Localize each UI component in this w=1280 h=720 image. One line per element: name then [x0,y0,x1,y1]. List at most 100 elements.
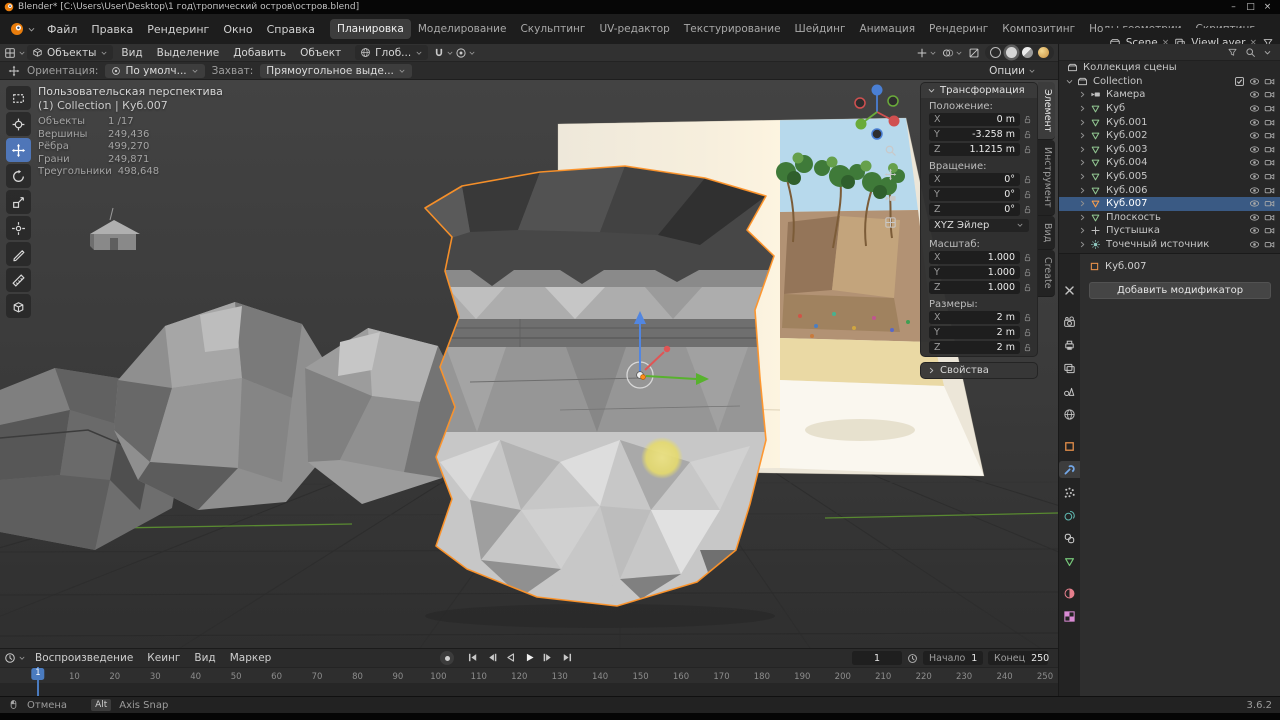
disclosure-icon[interactable] [1078,145,1087,154]
workspace-tab-3[interactable]: Скульптинг [513,19,592,39]
lock-open-icon[interactable] [1023,175,1032,184]
camera-restrict-icon[interactable] [1264,76,1275,87]
disclosure-icon[interactable] [1078,131,1087,140]
disclosure-icon[interactable] [1078,172,1087,181]
browse-scene-icon[interactable] [1109,37,1121,44]
camera-restrict-icon[interactable] [1264,185,1275,196]
menu-help[interactable]: Справка [260,20,322,39]
tool-select-box-button[interactable] [6,86,31,110]
tool-measure-button[interactable] [6,268,31,292]
outliner-collection[interactable]: Collection [1059,75,1280,89]
prev-keyframe-button[interactable] [483,650,500,665]
lock-open-icon[interactable] [1023,328,1032,337]
workspace-tab-9[interactable]: Композитинг [995,19,1082,39]
outliner-item-0[interactable]: Камера [1059,88,1280,102]
next-keyframe-button[interactable] [540,650,557,665]
tool-add-cube-button[interactable] [6,294,31,318]
frame-start-field[interactable]: Начало 1 [923,651,983,665]
viewport-menu-select[interactable]: Выделение [150,46,227,60]
properties-tab-output[interactable] [1059,337,1080,354]
timeline-menu-0[interactable]: Воспроизведение [28,651,140,665]
snap-setting-dropdown[interactable]: Прямоугольное выде... [260,63,412,78]
camera-restrict-icon[interactable] [1264,117,1275,128]
location-x-field[interactable]: X0 m [929,113,1020,126]
menu-window[interactable]: Окно [216,20,259,39]
jump-start-button[interactable] [464,650,481,665]
transform-orientation-dropdown[interactable]: Глоб... [355,45,429,60]
options-dropdown[interactable]: Опции [989,65,1036,77]
shading-material-icon[interactable] [1022,47,1033,58]
properties-tab-particles[interactable] [1059,484,1080,501]
properties-tab-modifiers[interactable] [1059,461,1080,478]
lock-open-icon[interactable] [1023,268,1032,277]
orientation-setting-dropdown[interactable]: По умолч... [105,63,205,78]
lock-open-icon[interactable] [1023,313,1032,322]
frame-range-clock-icon[interactable] [907,652,918,664]
tool-cursor-button[interactable] [6,112,31,136]
jump-end-button[interactable] [559,650,576,665]
view-layer-picker[interactable]: ViewLayer × [1191,37,1257,44]
collection-checkbox-icon[interactable] [1234,76,1245,87]
viewport-menu-add[interactable]: Добавить [226,46,293,60]
auto-keying-button[interactable] [440,651,454,665]
outliner-item-3[interactable]: Куб.002 [1059,129,1280,143]
disclosure-icon[interactable] [1078,213,1087,222]
tool-rotate-button[interactable] [6,164,31,188]
disclosure-icon[interactable] [1078,118,1087,127]
proportional-edit-button[interactable] [455,47,476,59]
eye-icon[interactable] [1249,212,1260,223]
properties-tab-object-data[interactable] [1059,553,1080,570]
outliner-options-caret-icon[interactable] [1263,46,1272,59]
npanel-tab-3[interactable]: Вид [1038,215,1055,251]
npanel-tab-1[interactable]: Элемент [1038,82,1055,141]
properties-tab-world[interactable] [1059,406,1080,423]
properties-tab-constraints[interactable] [1059,530,1080,547]
lock-open-icon[interactable] [1023,283,1032,292]
show-overlays-button[interactable] [942,47,963,59]
location-y-field[interactable]: Y -3.258 m [929,128,1020,141]
properties-tab-texture[interactable] [1059,608,1080,625]
editor-type-button[interactable] [4,47,26,59]
workspace-tab-8[interactable]: Рендеринг [922,19,995,39]
scene-picker[interactable]: Scene × [1126,37,1170,44]
camera-restrict-icon[interactable] [1264,225,1275,236]
eye-icon[interactable] [1249,171,1260,182]
eye-icon[interactable] [1249,239,1260,250]
camera-restrict-icon[interactable] [1264,212,1275,223]
disclosure-icon[interactable] [1078,226,1087,235]
eye-icon[interactable] [1249,103,1260,114]
viewport-menu-view[interactable]: Вид [114,46,149,60]
lock-open-icon[interactable] [1023,130,1032,139]
outliner-item-4[interactable]: Куб.003 [1059,143,1280,157]
zoom-view-icon[interactable] [884,144,897,157]
lock-open-icon[interactable] [1023,115,1032,124]
camera-restrict-icon[interactable] [1264,89,1275,100]
scale-x-field[interactable]: X 1.000 [929,251,1020,264]
outliner-scene-collection[interactable]: Коллекция сцены [1059,61,1280,75]
camera-restrict-icon[interactable] [1264,239,1275,250]
properties-tab-physics[interactable] [1059,507,1080,524]
tool-scale-button[interactable] [6,190,31,214]
npanel-tab-4[interactable]: Create [1038,250,1055,297]
menu-render[interactable]: Рендеринг [140,20,216,39]
tool-move-button[interactable] [6,138,31,162]
outliner-item-2[interactable]: Куб.001 [1059,115,1280,129]
view-layer-filter-icon[interactable] [1262,37,1274,44]
scale-y-field[interactable]: Y 1.000 [929,266,1020,279]
playhead-frame-badge[interactable]: 1 [31,668,45,680]
rotation-x-field[interactable]: X 0° [929,173,1020,186]
minimize-button[interactable]: – [1225,0,1242,14]
timeline-menu-2[interactable]: Вид [187,651,222,665]
shading-solid-icon[interactable] [1006,47,1017,58]
pan-view-icon[interactable] [884,168,897,181]
shading-rendered-icon[interactable] [1038,47,1049,58]
camera-restrict-icon[interactable] [1264,130,1275,141]
view-layer-icon[interactable] [1174,37,1186,44]
timeline-track[interactable] [0,683,1058,697]
disclosure-icon[interactable] [1078,199,1087,208]
eye-icon[interactable] [1249,157,1260,168]
lock-open-icon[interactable] [1023,145,1032,154]
outliner-item-7[interactable]: Куб.006 [1059,183,1280,197]
disclosure-icon[interactable] [1065,77,1074,86]
outliner-item-5[interactable]: Куб.004 [1059,156,1280,170]
